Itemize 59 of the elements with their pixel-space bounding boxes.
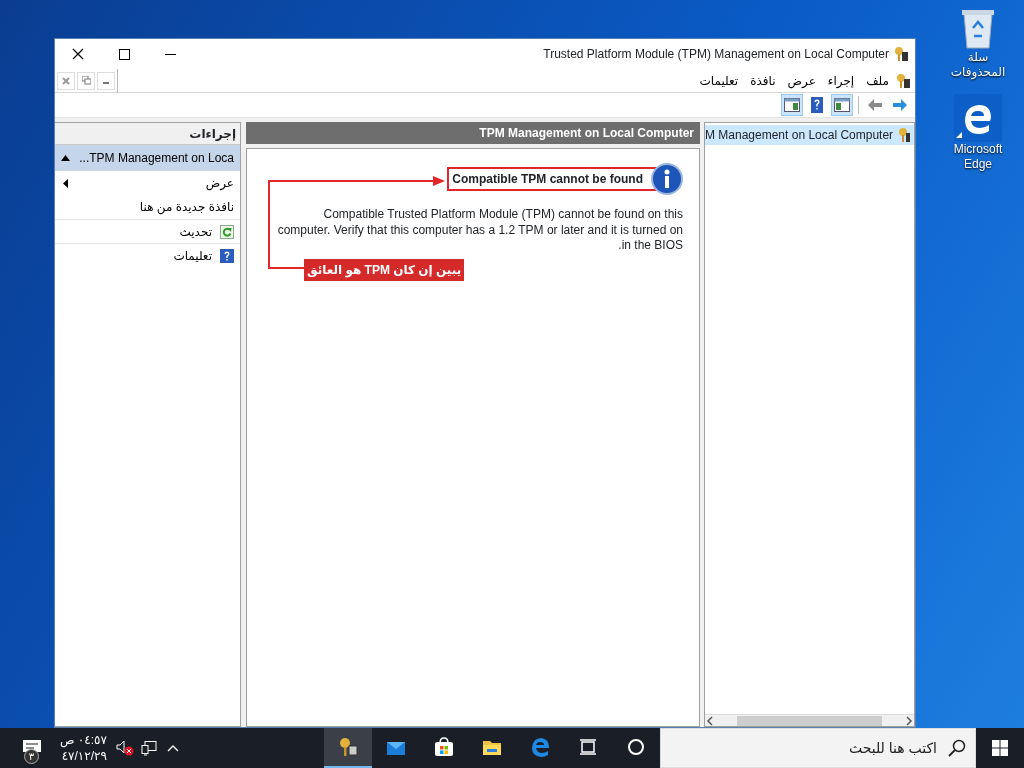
- pane-header: TPM Management on Local Computer: [246, 122, 700, 144]
- refresh-icon: [220, 224, 234, 239]
- search-circle-icon: [626, 737, 646, 757]
- info-icon: [651, 163, 683, 195]
- pane-header: إجراءات: [55, 123, 240, 145]
- chevron-icon: [166, 744, 179, 752]
- caret-icon: [61, 155, 70, 161]
- pane-toggle-button[interactable]: [781, 94, 803, 116]
- menu-item[interactable]: عرض: [781, 71, 822, 90]
- desktop-icon[interactable]: سلة المحذوفات: [943, 6, 1013, 80]
- close-button[interactable]: [57, 71, 75, 90]
- action-group-header[interactable]: TPM Management on Loca...: [55, 145, 240, 171]
- notifications-button[interactable]: ٣: [10, 728, 54, 768]
- tree-item[interactable]: M Management on Local Computer: [705, 125, 914, 145]
- key-chip-icon: [338, 737, 358, 757]
- menu-item[interactable]: تعليمات: [693, 71, 745, 90]
- clock-date: ٤٧/١٢/٢٩: [60, 748, 107, 765]
- close-icon: [62, 76, 70, 85]
- action-item[interactable]: نافذة جديدة من هنا: [55, 195, 240, 219]
- key-chip-icon: [897, 127, 910, 143]
- forward-arrow-icon: [891, 96, 909, 114]
- status-description: Compatible Trusted Platform Module (TPM) cannot be found on this computer. Verify that this computer has a 1.2 TPM or later and it is turned on in the BIOS.: [277, 207, 683, 254]
- pane-toggle-icon: [783, 96, 801, 114]
- pane-toggle-button[interactable]: [831, 94, 853, 116]
- scroll-right-icon[interactable]: [904, 715, 914, 726]
- pane-toggle-icon: [833, 96, 851, 114]
- restore-button[interactable]: [77, 71, 95, 90]
- action-item[interactable]: عرض: [55, 171, 240, 195]
- windows-logo-icon: [992, 740, 1008, 756]
- desktop-icon[interactable]: Microsoft Edge: [943, 94, 1013, 172]
- scrollbar-thumb[interactable]: [737, 715, 882, 726]
- minimize-button[interactable]: [97, 71, 115, 90]
- shopping-bag-icon: [434, 737, 454, 757]
- window-title: Trusted Platform Module (TPM) Management on Local Computer: [543, 46, 889, 63]
- menu-item[interactable]: إجراء: [821, 71, 861, 90]
- clock-time: ٠٤:٥٧ ص: [60, 731, 107, 748]
- action-item[interactable]: تعليمات: [55, 243, 240, 267]
- key-chip-icon: [895, 72, 911, 89]
- help-icon: [220, 248, 234, 263]
- close-icon: [72, 48, 84, 60]
- taskbar-app-button[interactable]: [324, 728, 372, 768]
- speaker-icon: [115, 740, 134, 756]
- network-icon: [140, 740, 157, 756]
- clock[interactable]: ٠٤:٥٧ ص ٤٧/١٢/٢٩: [54, 731, 113, 765]
- menu-item[interactable]: ملف: [860, 71, 895, 90]
- help-icon: [808, 96, 826, 114]
- restore-icon: [81, 76, 91, 85]
- submenu-arrow-icon: [63, 178, 68, 188]
- edge-icon: [954, 94, 1002, 142]
- edge-icon: [530, 737, 550, 757]
- annotation-label: يبين إن كان TPM هو العائق: [304, 259, 464, 281]
- status-title: Compatible TPM cannot be found: [452, 171, 643, 188]
- action-item[interactable]: تحديث: [55, 219, 240, 243]
- maximize-icon: [118, 48, 130, 60]
- task-view-icon: [578, 737, 598, 757]
- scroll-left-icon[interactable]: [705, 715, 715, 726]
- search-field[interactable]: اكتب هنا للبحث: [660, 728, 976, 768]
- key-chip-icon: [893, 46, 909, 62]
- menu-item[interactable]: نافذة: [744, 71, 782, 90]
